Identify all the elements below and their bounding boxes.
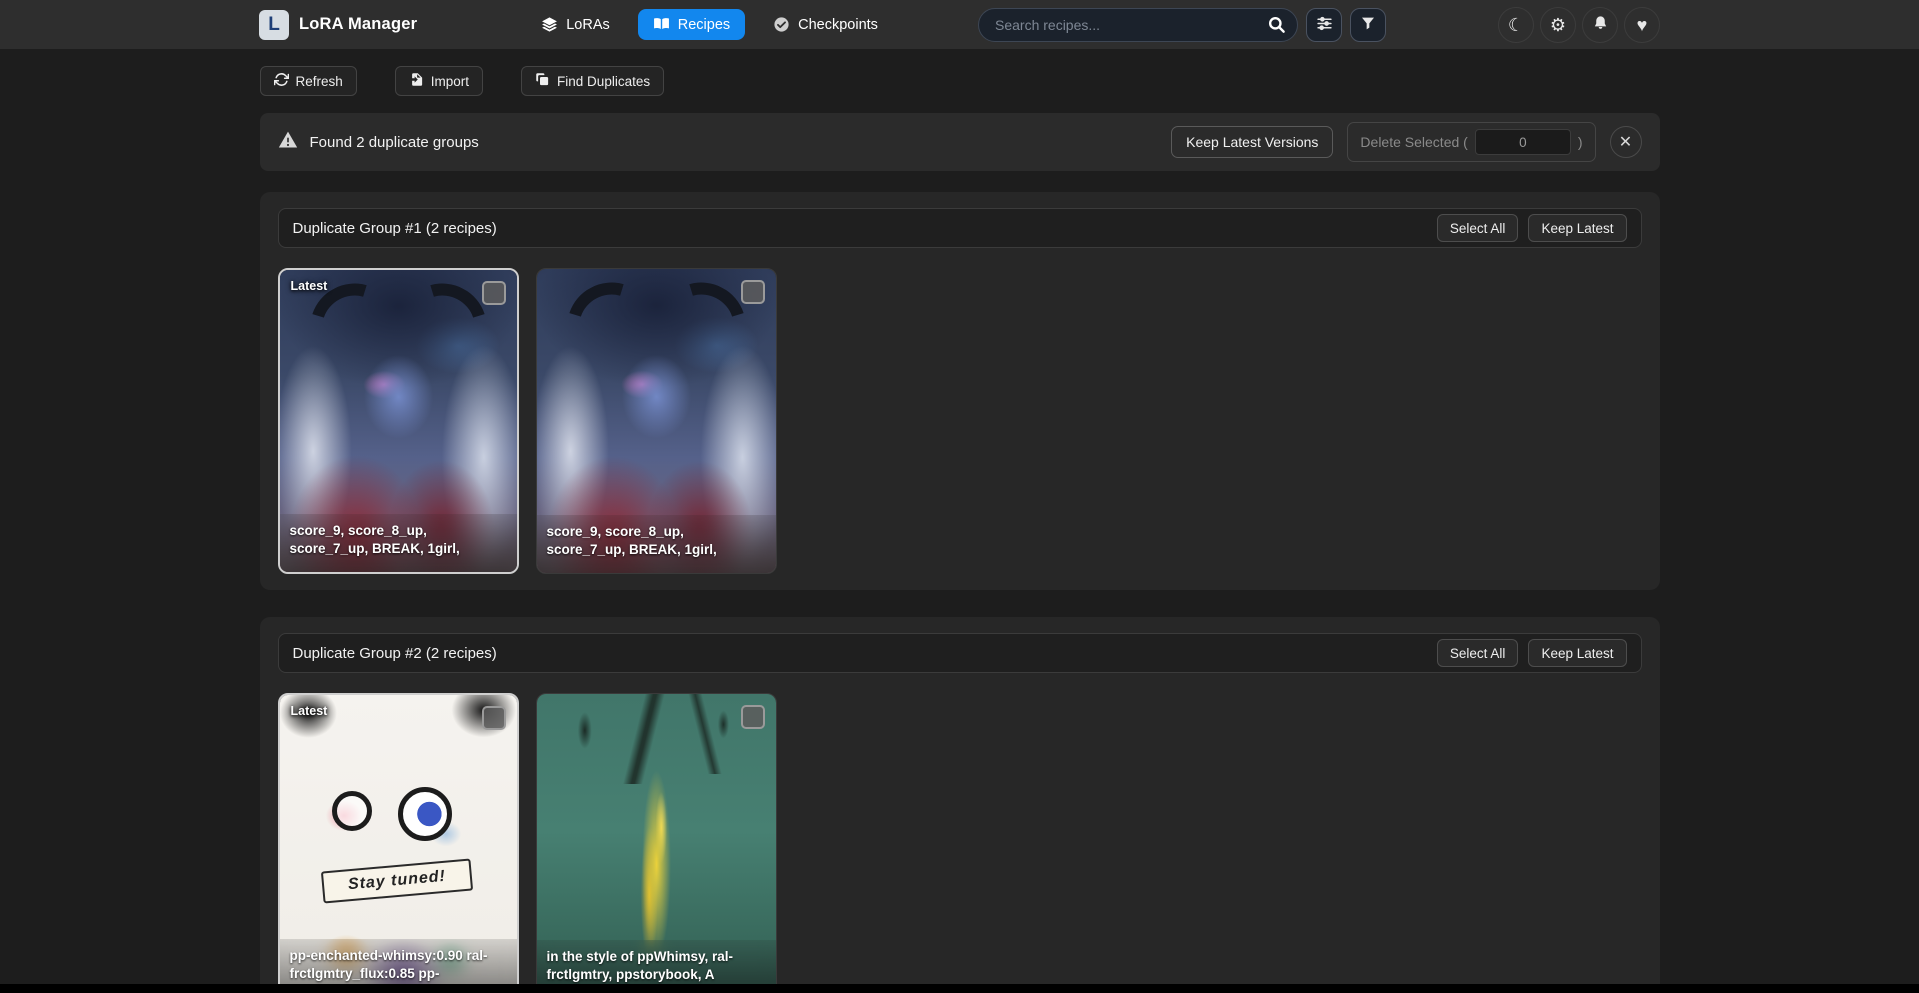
find-duplicates-button[interactable]: Find Duplicates [521, 66, 664, 96]
search-input[interactable] [978, 8, 1298, 42]
duplicate-group-1: Duplicate Group #1 (2 recipes) Select Al… [260, 192, 1660, 590]
search-icon[interactable] [1267, 15, 1286, 37]
nav-tab-recipes[interactable]: Recipes [638, 9, 745, 40]
group-actions: Select All Keep Latest [1437, 639, 1627, 667]
delete-selected-prefix: Delete Selected ( [1360, 134, 1467, 150]
recipe-select-checkbox[interactable] [741, 705, 765, 729]
group-2-cards: Stay tuned! Latest pp-enchanted-whimsy:0… [278, 693, 1642, 993]
sliders-icon [1316, 15, 1333, 35]
duplicates-icon [535, 72, 550, 90]
delete-selected-button[interactable]: Delete Selected ( ) [1347, 122, 1595, 162]
select-all-button[interactable]: Select All [1437, 214, 1519, 242]
layers-icon [541, 16, 558, 33]
header-action-cluster: ☾ ⚙ ♥ [1498, 7, 1660, 43]
keep-latest-button[interactable]: Keep Latest [1528, 639, 1626, 667]
import-button[interactable]: Import [395, 66, 483, 96]
group-1-header: Duplicate Group #1 (2 recipes) Select Al… [278, 208, 1642, 248]
banner-message-area: Found 2 duplicate groups [278, 130, 479, 154]
search-area [978, 8, 1298, 42]
top-navigation-bar: L LoRA Manager LoRAs Recipes Checkpoi [0, 0, 1919, 49]
brand[interactable]: L LoRA Manager [259, 10, 417, 40]
lora-manager-app: L LoRA Manager LoRAs Recipes Checkpoi [0, 0, 1919, 993]
recipe-caption: score_9, score_8_up, score_7_up, BREAK, … [280, 514, 517, 572]
banner-message: Found 2 duplicate groups [310, 134, 479, 151]
notifications-button[interactable] [1582, 7, 1618, 43]
group-actions: Select All Keep Latest [1437, 214, 1627, 242]
duplicate-group-2: Duplicate Group #2 (2 recipes) Select Al… [260, 617, 1660, 993]
recipe-select-checkbox[interactable] [482, 281, 506, 305]
group-title: Duplicate Group #1 (2 recipes) [293, 220, 497, 237]
settings-button[interactable]: ⚙ [1540, 7, 1576, 43]
heart-icon: ♥ [1637, 16, 1648, 34]
viewport-bottom-strip [0, 984, 1919, 993]
app-logo-icon: L [259, 10, 289, 40]
keep-latest-versions-button[interactable]: Keep Latest Versions [1171, 126, 1333, 158]
funnel-icon [1360, 15, 1376, 34]
find-duplicates-label: Find Duplicates [557, 74, 650, 89]
recipes-toolbar: Refresh Import Find Duplicates [260, 66, 1660, 96]
bell-icon [1592, 15, 1609, 35]
nav-tab-loras[interactable]: LoRAs [537, 9, 614, 40]
recipe-card[interactable]: in the style of ppWhimsy, ral-frctlgmtry… [536, 693, 777, 993]
nav-tab-label: Checkpoints [798, 17, 878, 33]
select-all-button[interactable]: Select All [1437, 639, 1519, 667]
latest-badge: Latest [291, 279, 328, 293]
warning-icon [278, 130, 298, 154]
keep-latest-button[interactable]: Keep Latest [1528, 214, 1626, 242]
import-label: Import [431, 74, 469, 89]
nav-tab-label: Recipes [678, 17, 730, 33]
refresh-button[interactable]: Refresh [260, 66, 357, 96]
refresh-icon [274, 72, 289, 90]
delete-selected-suffix: ) [1578, 134, 1583, 150]
recipe-caption: score_9, score_8_up, score_7_up, BREAK, … [537, 515, 776, 573]
moon-icon: ☾ [1508, 16, 1524, 34]
duplicates-banner: Found 2 duplicate groups Keep Latest Ver… [260, 113, 1660, 171]
banner-actions: Keep Latest Versions Delete Selected ( )… [1171, 122, 1641, 162]
check-circle-icon [773, 16, 790, 33]
import-icon [409, 72, 424, 90]
latest-badge: Latest [291, 704, 328, 718]
filter-button[interactable] [1350, 8, 1386, 42]
recipe-card[interactable]: score_9, score_8_up, score_7_up, BREAK, … [536, 268, 777, 574]
recipe-card[interactable]: Latest score_9, score_8_up, score_7_up, … [278, 268, 519, 574]
main-nav: LoRAs Recipes Checkpoints [537, 9, 882, 40]
nav-tab-label: LoRAs [566, 17, 610, 33]
recipe-card[interactable]: Stay tuned! Latest pp-enchanted-whimsy:0… [278, 693, 519, 993]
gear-icon: ⚙ [1550, 16, 1566, 34]
delete-count-input[interactable] [1475, 129, 1571, 155]
recipe-select-checkbox[interactable] [741, 280, 765, 304]
theme-toggle-button[interactable]: ☾ [1498, 7, 1534, 43]
group-title: Duplicate Group #2 (2 recipes) [293, 645, 497, 662]
refresh-label: Refresh [296, 74, 343, 89]
sort-options-button[interactable] [1306, 8, 1342, 42]
recipe-select-checkbox[interactable] [482, 706, 506, 730]
close-icon[interactable]: ✕ [1610, 126, 1642, 158]
main-content: Refresh Import Find Duplicates [260, 66, 1660, 993]
group-1-cards: Latest score_9, score_8_up, score_7_up, … [278, 268, 1642, 574]
book-icon [653, 16, 670, 33]
group-2-header: Duplicate Group #2 (2 recipes) Select Al… [278, 633, 1642, 673]
nav-tab-checkpoints[interactable]: Checkpoints [769, 9, 882, 40]
app-title: LoRA Manager [299, 15, 417, 34]
support-button[interactable]: ♥ [1624, 7, 1660, 43]
